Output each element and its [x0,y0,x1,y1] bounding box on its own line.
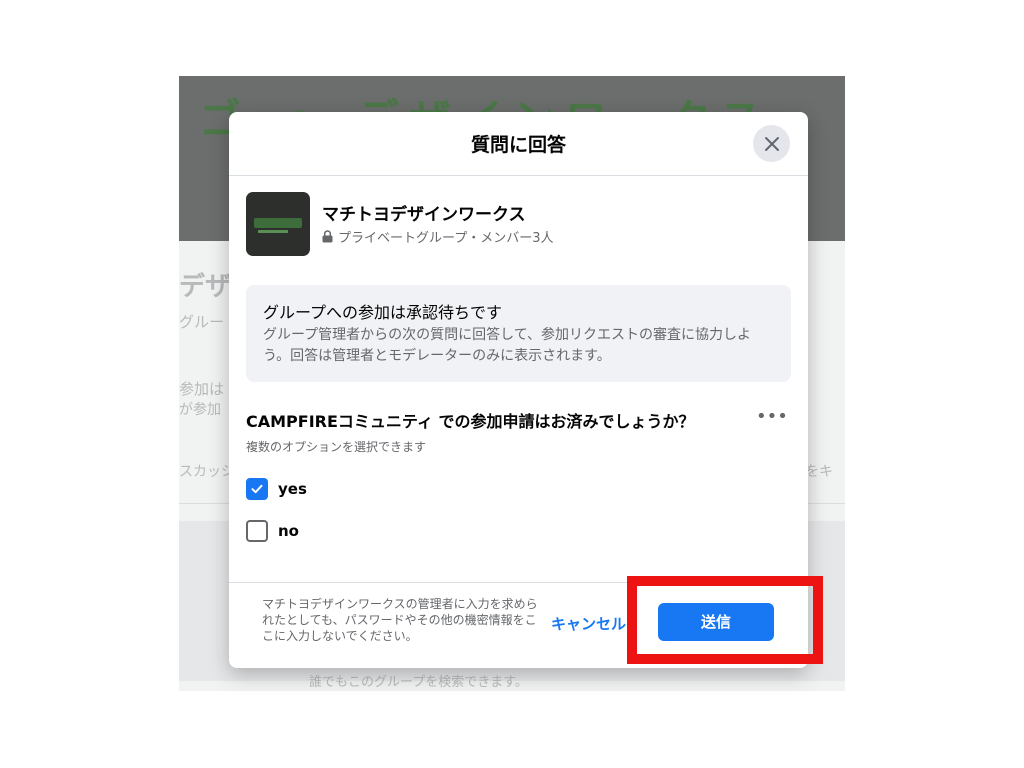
checkbox-checked[interactable] [246,478,268,500]
privacy-warning: マチトヨデザインワークスの管理者に入力を求められたとしても、パスワードやその他の… [262,597,538,643]
question-text: CAMPFIREコミュニティ での参加申請はお済みでしょうか？ [246,412,695,431]
notice-body: グループ管理者からの次の質問に回答して、参加リクエストの審査に協力しよう。回答は… [263,327,752,364]
group-meta-text: プライベートグループ・メンバー3人 [338,231,554,246]
option-label: yes [278,480,307,498]
background-join-text: 参加は [179,380,225,398]
dialog-header: 質問に回答 [229,112,808,176]
option-yes[interactable]: yes [246,476,307,502]
close-button[interactable] [753,125,790,162]
background-group-subtitle: グルー [179,313,225,331]
option-label: no [278,522,299,540]
background-join-subtext: が参加 [179,402,221,418]
more-options-button[interactable]: ••• [756,408,788,432]
check-icon [251,484,263,494]
group-info: マチトヨデザインワークス プライベートグループ・メンバー3人 [246,192,791,256]
close-icon [764,136,779,151]
option-no[interactable]: no [246,518,299,544]
dialog-title: 質問に回答 [470,134,566,156]
lock-icon [322,230,333,243]
background-bottom-text: 誰でもこのグループを検索できます。 [309,675,528,690]
group-thumbnail [246,192,310,256]
highlight-box [627,576,823,664]
checkbox-unchecked[interactable] [246,520,268,542]
group-name: マチトヨデザインワークス [322,205,526,225]
notice-title: グループへの参加は承認待ちです [263,303,503,322]
background-discussion-tab: スカッシ [179,464,235,480]
pending-approval-notice: グループへの参加は承認待ちです グループ管理者からの次の質問に回答して、参加リク… [246,285,791,382]
group-meta: プライベートグループ・メンバー3人 [322,227,554,246]
question-hint: 複数のオプションを選択できます [246,440,427,454]
background-group-title: デザ [179,272,232,302]
